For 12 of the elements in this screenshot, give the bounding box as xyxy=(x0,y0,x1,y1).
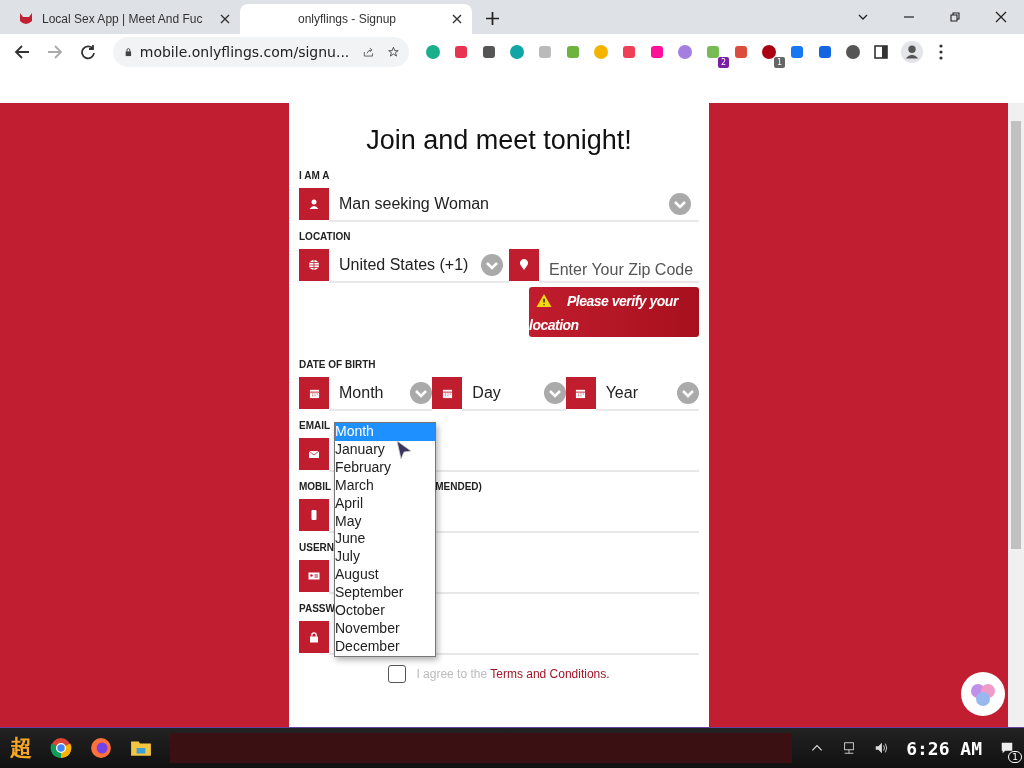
extension-badge: 2 xyxy=(717,57,729,68)
field-label: MOBIL xyxy=(299,481,332,493)
extension-badge: 1 xyxy=(773,57,785,68)
form-title: Join and meet tonight! xyxy=(365,125,633,156)
notification-count: 1 xyxy=(1008,751,1022,763)
error-message: Please verify your location xyxy=(529,287,699,337)
field-label: LOCATION xyxy=(299,231,352,243)
field-label: EMAIL xyxy=(299,420,331,432)
field-label: I AM A xyxy=(299,170,331,182)
field-label: MENDED) xyxy=(435,481,482,493)
field-label: USERN xyxy=(299,542,334,554)
field-label: DATE OF BIRTH xyxy=(299,359,377,371)
